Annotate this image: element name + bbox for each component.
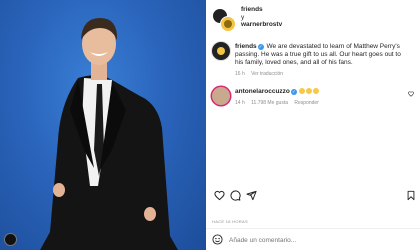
divider [206,228,420,229]
collab-avatars[interactable] [212,8,236,32]
smiley-icon[interactable] [212,234,223,245]
heart-icon[interactable] [214,190,225,201]
reply-button[interactable]: Responder [294,100,318,106]
caption-avatar[interactable] [212,42,230,60]
sad-emoji-icon [298,88,305,94]
collab-accounts: friends y warnerbrostv [241,6,282,29]
post-time-ago[interactable]: HACE 16 HORAS [212,219,248,224]
comment-icon[interactable] [230,190,241,201]
conjunction-text: y [241,13,245,21]
comment-avatar[interactable] [212,87,230,105]
comment-username[interactable]: antonelaroccuzzo [235,88,290,95]
man-in-suit-photo [40,18,178,250]
comment-heart-icon[interactable] [408,91,414,97]
comment-time: 14 h [235,100,245,106]
action-bar [212,190,416,204]
caption-time: 16 h [235,71,245,77]
comment-input[interactable] [229,233,409,247]
verified-badge-icon: ✓ [290,89,297,95]
post-photo[interactable] [0,0,206,250]
verified-badge-icon: ✓ [257,44,264,50]
see-translation-link[interactable]: Ver traducción [251,71,283,77]
add-comment-box [212,233,416,247]
share-icon[interactable] [246,190,257,201]
account-friends-link[interactable]: friends [241,6,282,14]
bookmark-icon[interactable] [406,190,416,201]
caption-username[interactable]: friends [235,43,257,50]
warnerbrostv-avatar[interactable] [220,16,236,32]
comment-likes[interactable]: 11.798 Me gusta [251,100,288,106]
post-side-panel: friends y warnerbrostv friends ✓ We are d… [206,0,420,250]
sad-emoji-icon [305,88,312,94]
post-header: friends y warnerbrostv [212,4,412,34]
tagged-user-icon[interactable] [4,233,17,246]
account-warnerbrostv-link[interactable]: warnerbrostv [241,21,282,29]
crying-emoji-icon [312,88,319,94]
